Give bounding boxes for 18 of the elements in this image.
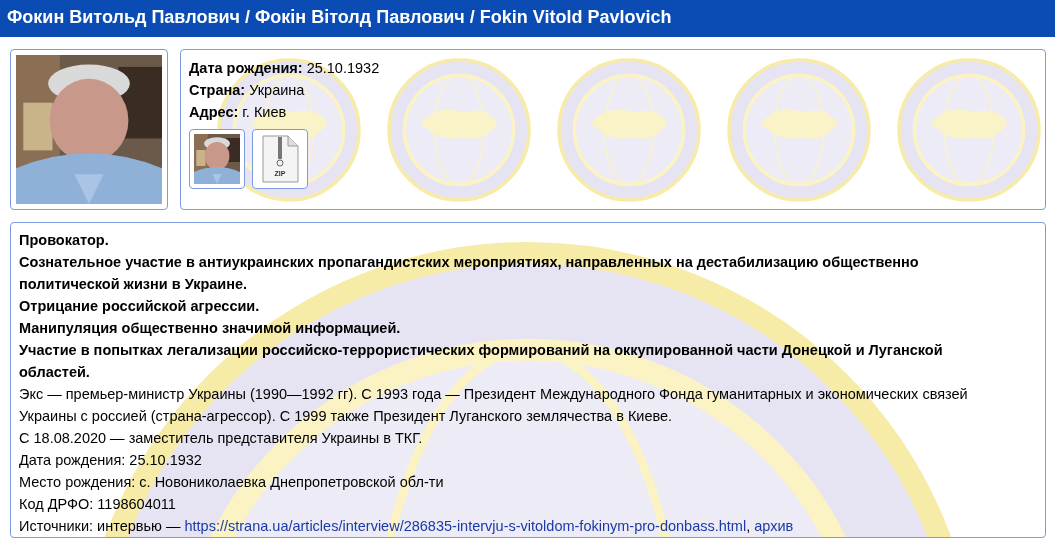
charge-text: Отрицание российской агрессии.	[19, 297, 261, 316]
detail-line: Дата рождения: 25.10.1932	[189, 60, 380, 77]
note-text: Экс — премьер-министр Украины (1990—1992 гг). С 1993 года — Президент Международного Фонда гуманитарных и экономических связей Украины с россией (страна-агрессор). С 1999 также Президент Луганского землячества в Киеве.	[19, 385, 969, 426]
page-title: Фокин Витольд Павлович / Фокін Вітолд Павлович / Fokin Vitold Pavlovich	[7, 7, 672, 28]
note-text: Место рождения: с. Новониколаевка Днепропетровской обл-ти	[19, 473, 445, 492]
zip-file-icon	[261, 135, 299, 183]
sources-text: Источники: интервью — https://strana.ua/articles/interview/286835-intervju-s-vitoldom-fokinym-pro-donbass.html, архив	[19, 517, 795, 536]
detail-line: Адрес: г. Киев	[189, 104, 287, 121]
charge-text: Провокатор.	[19, 231, 110, 250]
image-thumbnail[interactable]	[189, 129, 245, 189]
charge-text: Манипуляция общественно значимой информацией.	[19, 319, 402, 338]
note-text: Код ДРФО: 1198604011	[19, 495, 177, 514]
archive-link[interactable]: архив	[754, 518, 794, 534]
charge-text: Участие в попытках легализации российско-террористических формирований на оккупированной части Донецкой и Луганской областей.	[19, 341, 944, 382]
note-text: С 18.08.2020 — заместитель представителя Украины в ТКГ.	[19, 429, 424, 448]
note-text: Дата рождения: 25.10.1932	[19, 451, 203, 470]
charge-text: Сознательное участие в антиукраинских пропагандистских мероприятиях, направленных на дестабилизацию общественно политической жизни в Украине.	[19, 253, 920, 294]
detail-line: Страна: Украина	[189, 82, 305, 99]
